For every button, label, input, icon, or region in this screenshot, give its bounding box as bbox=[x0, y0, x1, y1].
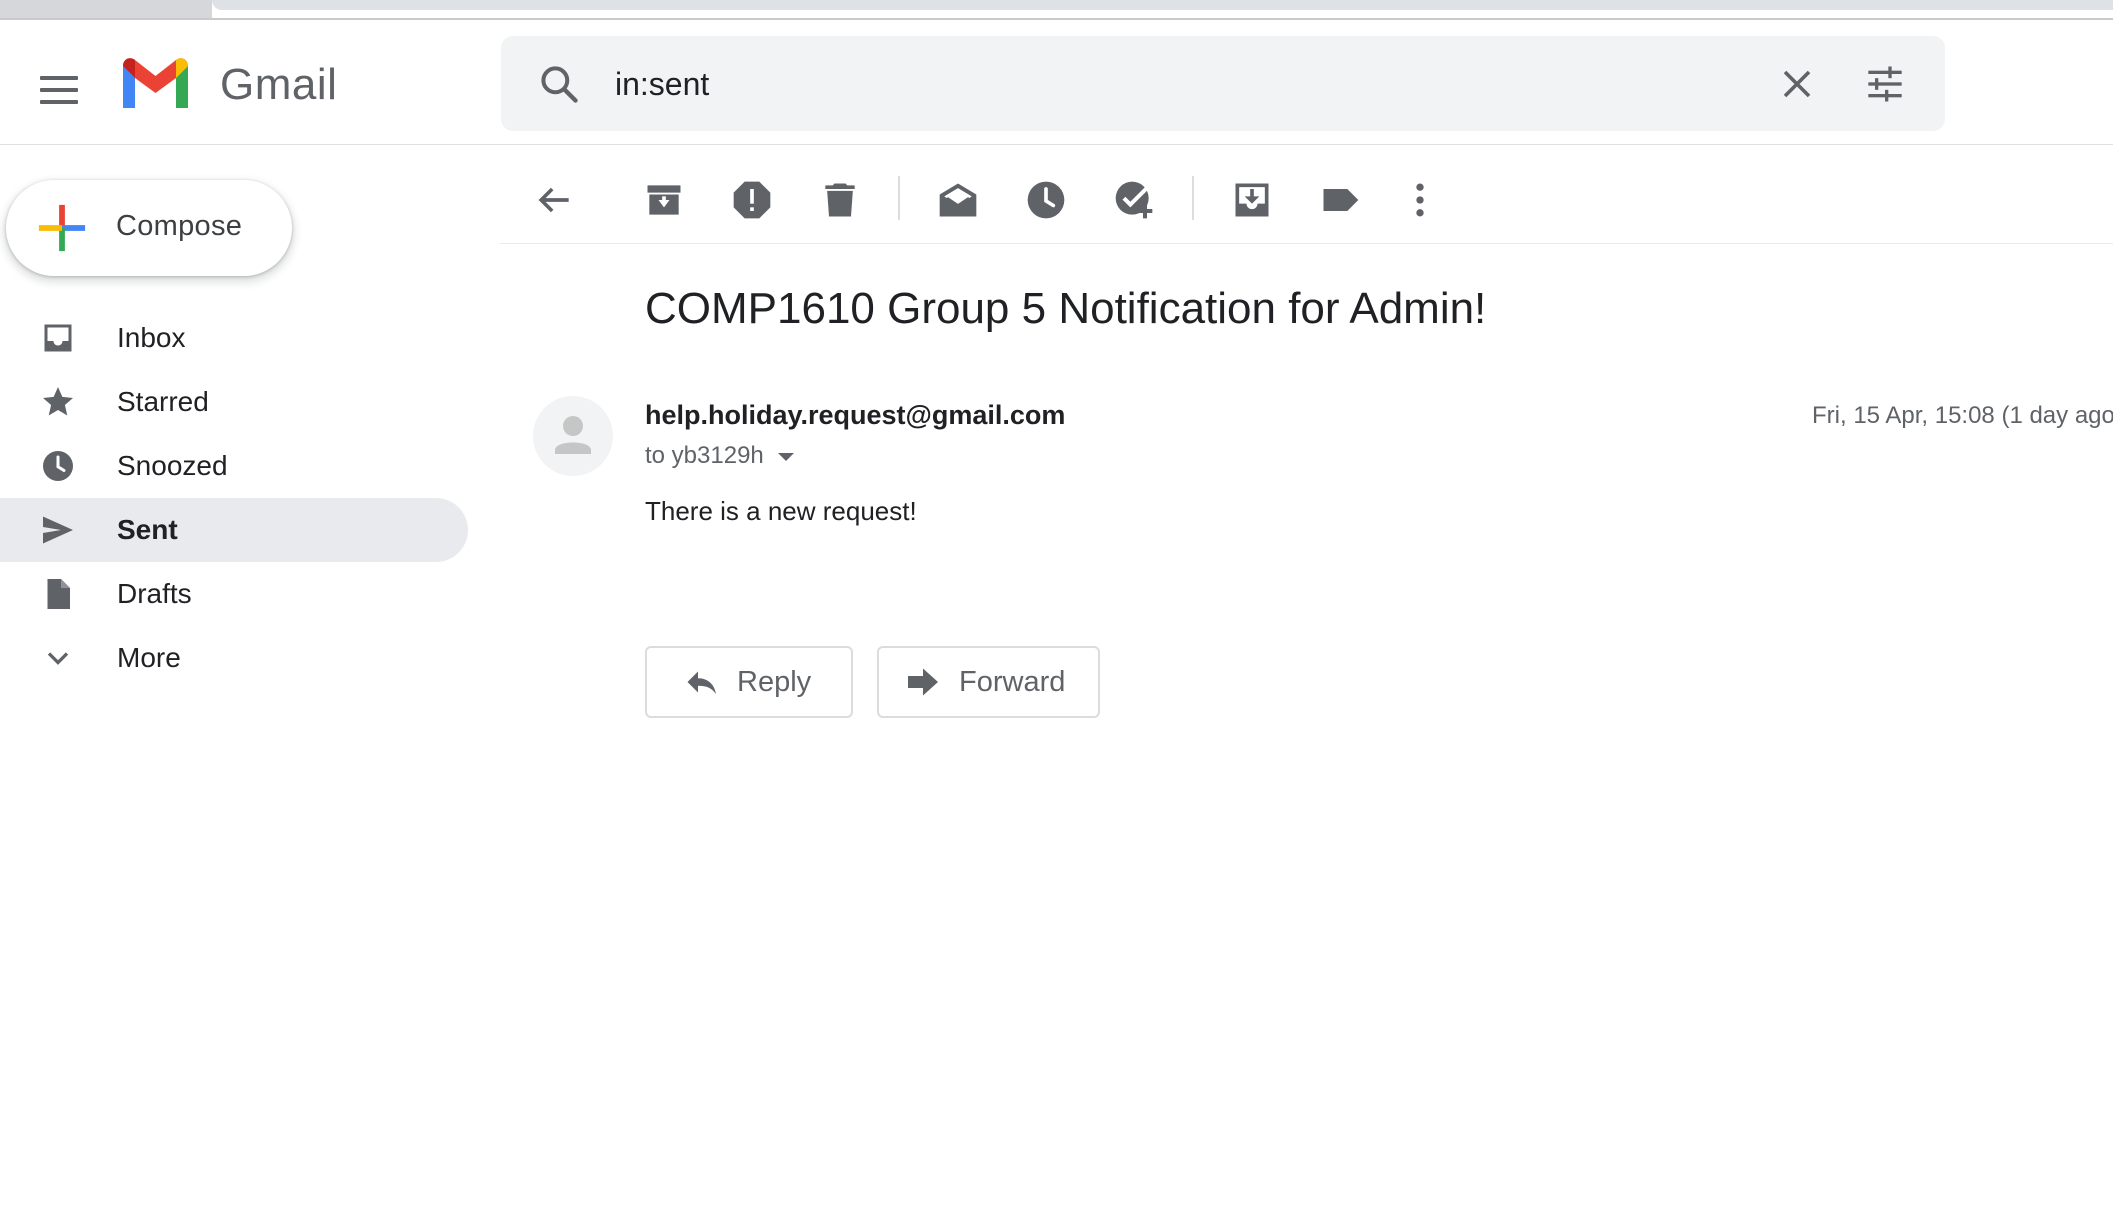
compose-button[interactable]: Compose bbox=[6, 180, 292, 276]
toolbar-divider bbox=[1192, 176, 1194, 220]
more-options-icon[interactable] bbox=[1398, 178, 1442, 222]
sidebar-item-inbox[interactable]: Inbox bbox=[0, 306, 470, 370]
send-icon bbox=[43, 516, 73, 544]
sidebar-item-label: Snoozed bbox=[117, 450, 228, 481]
avatar[interactable] bbox=[533, 396, 613, 476]
email-body: There is a new request! bbox=[645, 496, 917, 526]
add-to-tasks-icon[interactable] bbox=[1112, 178, 1156, 222]
reply-icon bbox=[687, 671, 716, 694]
browser-tab-strip bbox=[0, 0, 2113, 20]
snooze-icon[interactable] bbox=[1024, 178, 1068, 222]
email-subject: COMP1610 Group 5 Notification for Admin! bbox=[645, 284, 1487, 333]
sidebar-item-drafts[interactable]: Drafts bbox=[0, 562, 470, 626]
main-menu-icon[interactable] bbox=[40, 70, 80, 110]
recipient-label: to yb3129h bbox=[645, 442, 764, 469]
recipient-details-toggle[interactable]: to yb3129h bbox=[645, 442, 794, 470]
browser-tab-bar bbox=[212, 0, 2113, 10]
search-options-icon[interactable] bbox=[1865, 64, 1905, 104]
label-icon[interactable] bbox=[1318, 178, 1362, 222]
reply-button[interactable]: Reply bbox=[645, 646, 853, 718]
sidebar-item-label: More bbox=[117, 642, 181, 673]
sidebar-item-sent[interactable]: Sent bbox=[0, 498, 468, 562]
message-toolbar bbox=[500, 158, 2113, 244]
sidebar-item-label: Starred bbox=[117, 386, 209, 417]
move-to-icon[interactable] bbox=[1230, 178, 1274, 222]
sidebar-item-label: Inbox bbox=[117, 322, 186, 353]
app-brand: Gmail bbox=[220, 60, 338, 109]
email-date: Fri, 15 Apr, 15:08 (1 day ago) bbox=[1812, 402, 2113, 429]
archive-icon[interactable] bbox=[642, 178, 686, 222]
search-input[interactable] bbox=[613, 58, 1717, 110]
draft-icon bbox=[47, 579, 70, 609]
sidebar-item-snoozed[interactable]: Snoozed bbox=[0, 434, 470, 498]
forward-button[interactable]: Forward bbox=[877, 646, 1100, 718]
gmail-logo-icon[interactable] bbox=[118, 56, 193, 112]
browser-tab[interactable] bbox=[0, 0, 212, 20]
sidebar-item-label: Drafts bbox=[117, 578, 192, 609]
clear-search-icon[interactable] bbox=[1779, 66, 1815, 102]
sidebar-item-more[interactable]: More bbox=[0, 626, 470, 690]
toolbar-divider bbox=[898, 176, 900, 220]
inbox-icon bbox=[44, 324, 72, 352]
report-spam-icon[interactable] bbox=[730, 178, 774, 222]
sidebar-nav: Inbox Starred Snoozed Sent Drafts More bbox=[0, 306, 470, 690]
back-arrow-icon[interactable] bbox=[532, 178, 576, 222]
compose-label: Compose bbox=[116, 210, 243, 242]
delete-icon[interactable] bbox=[818, 178, 862, 222]
mark-unread-icon[interactable] bbox=[936, 178, 980, 222]
compose-plus-icon bbox=[38, 204, 86, 252]
clock-icon bbox=[43, 451, 73, 481]
app-header: Gmail bbox=[0, 20, 2113, 145]
sender-email[interactable]: help.holiday.request@gmail.com bbox=[645, 400, 1065, 431]
reply-label: Reply bbox=[737, 665, 812, 698]
chevron-down-icon bbox=[47, 652, 69, 665]
forward-label: Forward bbox=[959, 665, 1066, 698]
sidebar-item-starred[interactable]: Starred bbox=[0, 370, 470, 434]
star-icon bbox=[43, 387, 73, 416]
forward-icon bbox=[908, 668, 938, 696]
default-avatar-icon bbox=[555, 416, 591, 454]
sidebar-item-label: Sent bbox=[117, 514, 178, 545]
search-icon[interactable] bbox=[537, 62, 581, 106]
search-bar[interactable] bbox=[501, 36, 1945, 131]
caret-down-icon[interactable] bbox=[777, 453, 794, 461]
